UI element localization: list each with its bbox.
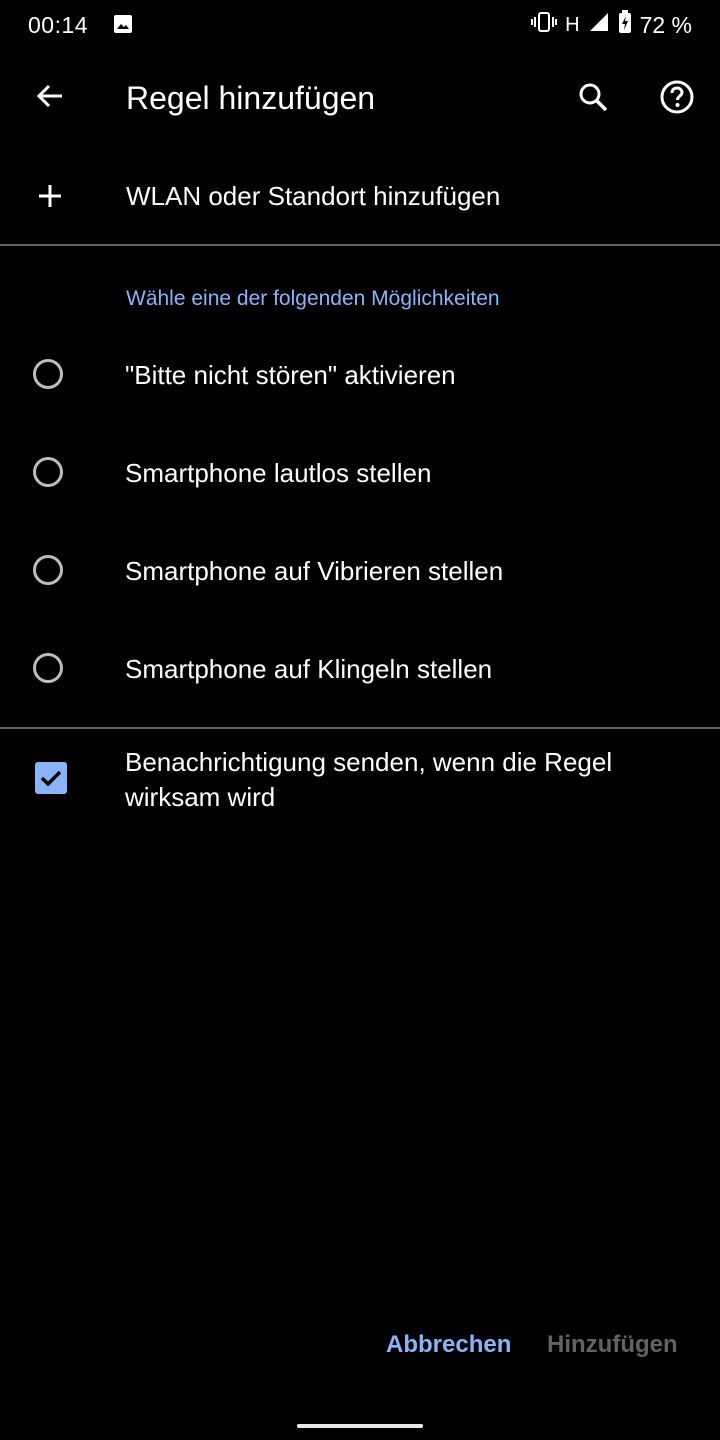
option-label: "Bitte nicht stören" aktivieren	[125, 360, 456, 390]
checkmark-icon	[35, 770, 67, 798]
gesture-nav-handle[interactable]	[297, 1424, 423, 1428]
plus-icon	[36, 182, 64, 210]
divider	[0, 244, 720, 246]
help-icon	[659, 79, 695, 120]
divider	[0, 727, 720, 729]
help-button[interactable]	[654, 76, 700, 122]
radio-button[interactable]	[33, 555, 63, 585]
add-trigger-label: WLAN oder Standort hinzufügen	[126, 181, 501, 211]
cancel-button[interactable]: Abbrechen	[386, 1330, 511, 1360]
notification-label: Benachrichtigung senden, wenn die Regel …	[125, 747, 613, 812]
radio-button[interactable]	[33, 457, 63, 487]
section-title: Wähle eine der folgenden Möglichkeiten	[126, 287, 500, 310]
status-time: 00:14	[28, 12, 89, 38]
signal-icon	[588, 11, 610, 39]
option-label: Smartphone auf Vibrieren stellen	[125, 556, 504, 586]
radio-button[interactable]	[33, 359, 63, 389]
notification-checkbox[interactable]	[35, 762, 67, 794]
option-label: Smartphone auf Klingeln stellen	[125, 654, 493, 684]
battery-charging-icon	[618, 10, 632, 40]
option-label: Smartphone lautlos stellen	[125, 458, 432, 488]
status-right: H 72 %	[531, 10, 692, 40]
arrow-back-icon	[35, 81, 65, 116]
vibrate-icon	[531, 11, 558, 39]
page-title: Regel hinzufügen	[126, 80, 376, 116]
add-button[interactable]: Hinzufügen	[547, 1330, 678, 1360]
back-button[interactable]	[28, 76, 72, 120]
battery-percent: 72 %	[639, 11, 692, 38]
radio-button[interactable]	[33, 653, 63, 683]
image-notification-icon	[113, 14, 133, 34]
search-icon	[577, 81, 609, 118]
network-type: H	[565, 13, 580, 36]
search-button[interactable]	[570, 76, 616, 122]
